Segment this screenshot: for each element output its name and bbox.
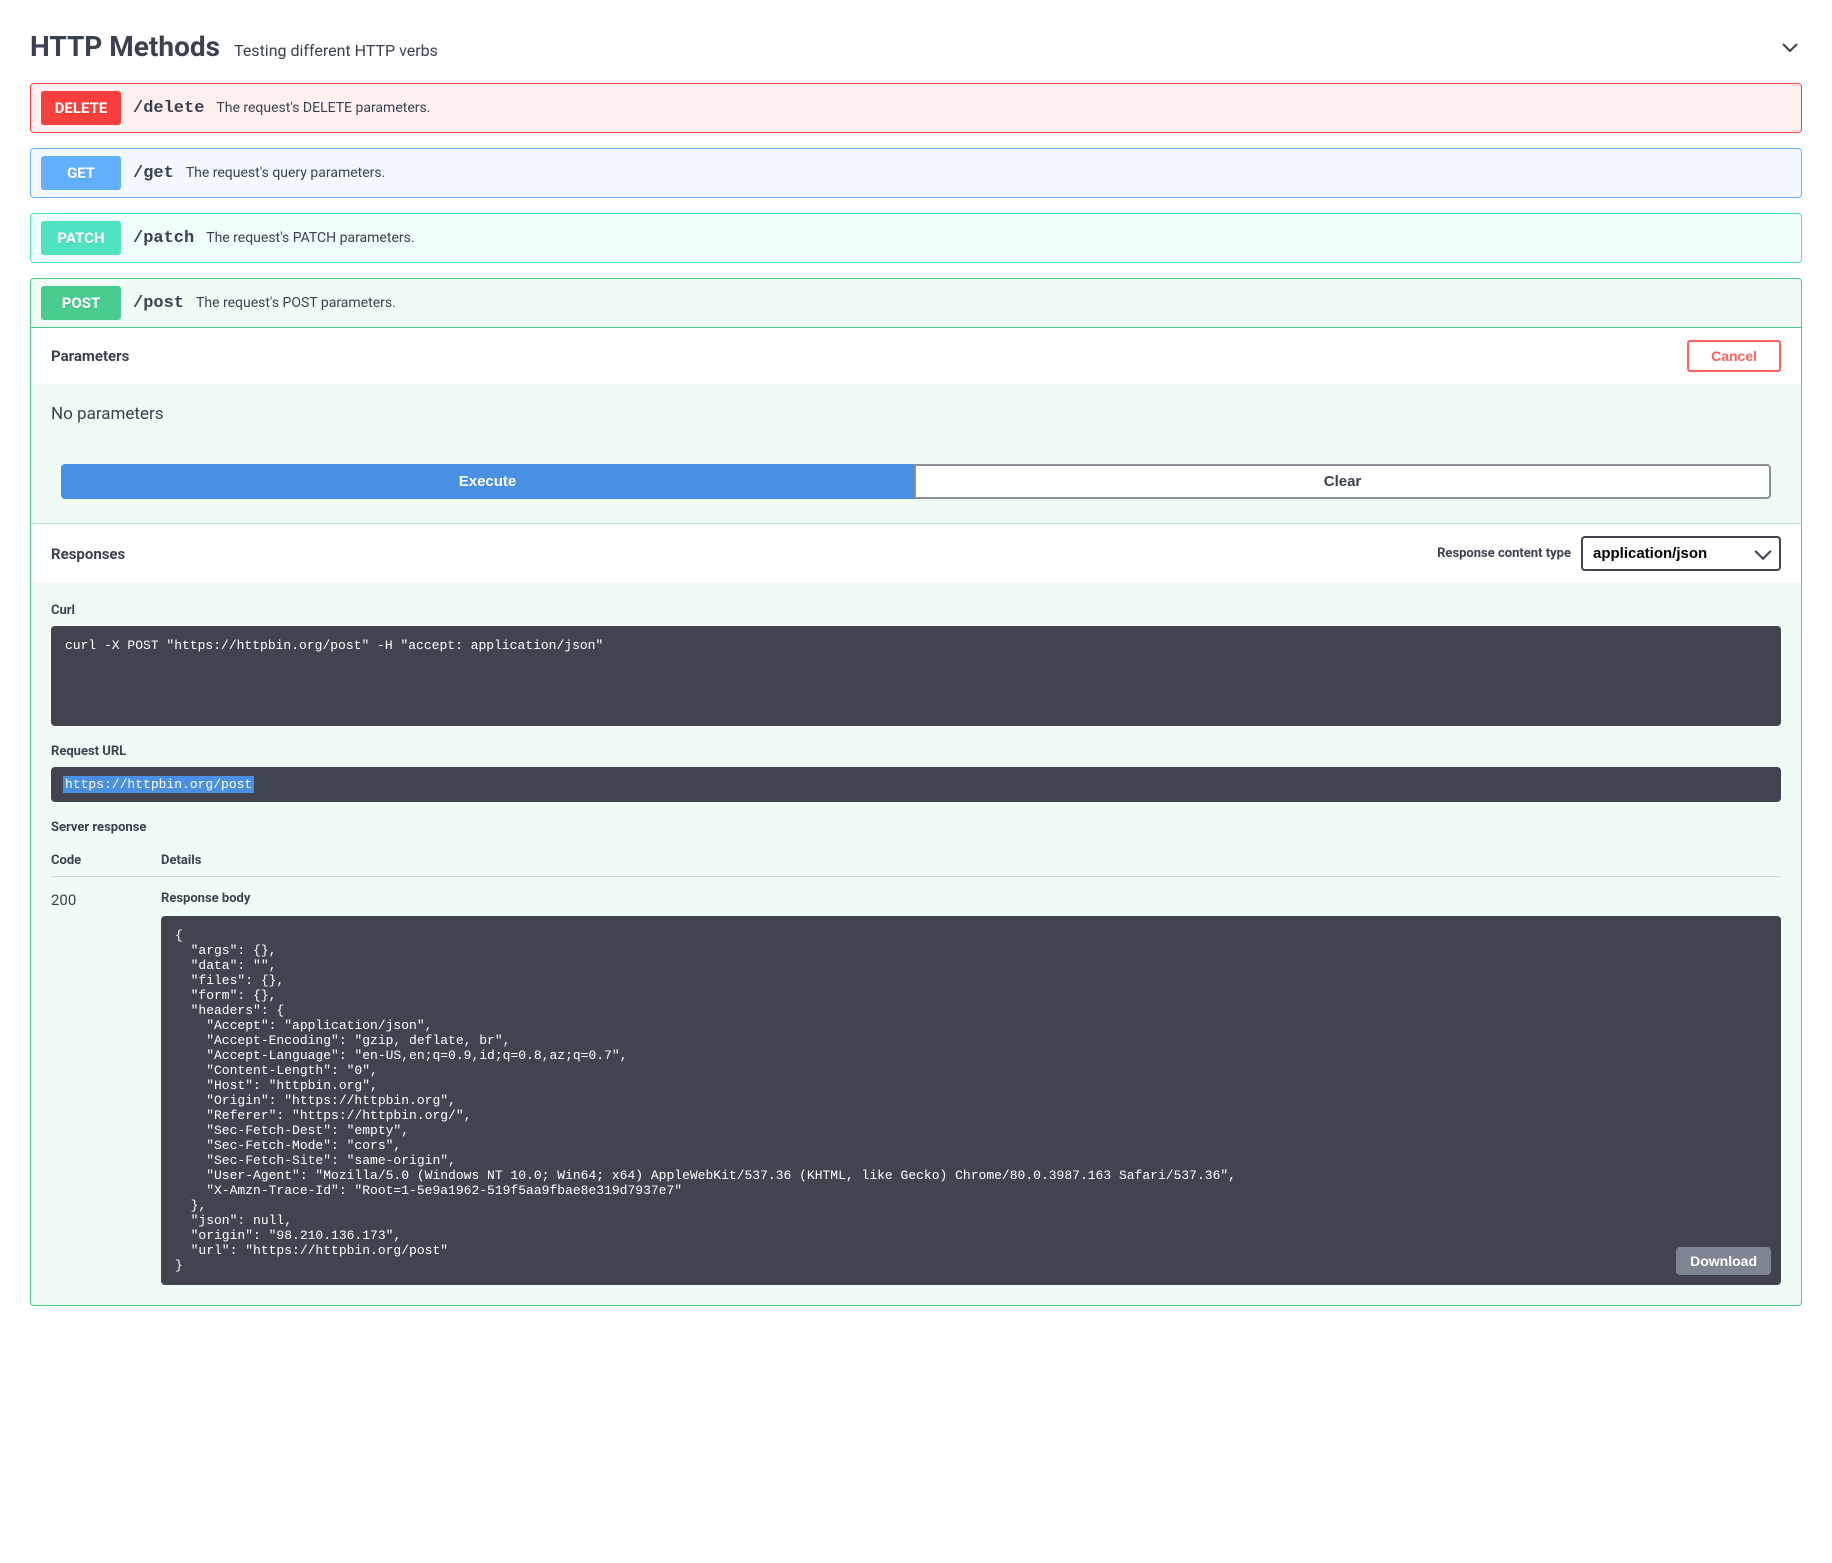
endpoint-path-get: /get: [133, 164, 174, 183]
parameters-title: Parameters: [51, 347, 129, 365]
opblock-summary-patch[interactable]: PATCH /patch The request's PATCH paramet…: [31, 214, 1801, 262]
method-badge-delete: DELETE: [41, 91, 121, 125]
endpoint-desc-patch: The request's PATCH parameters.: [206, 230, 414, 246]
execute-button[interactable]: Execute: [61, 464, 914, 499]
responses-header: Responses Response content type applicat…: [31, 523, 1801, 583]
request-url-label: Request URL: [51, 744, 1781, 759]
endpoint-desc-delete: The request's DELETE parameters.: [216, 100, 430, 116]
method-badge-patch: PATCH: [41, 221, 121, 255]
response-row: 200 Response body { "args": {}, "data": …: [51, 877, 1781, 1285]
opblock-body-post: Parameters Cancel No parameters Execute …: [31, 327, 1801, 1305]
method-badge-post: POST: [41, 286, 121, 320]
curl-command: curl -X POST "https://httpbin.org/post" …: [51, 626, 1781, 726]
request-url-block: https://httpbin.org/post: [51, 767, 1781, 802]
content-type-select[interactable]: application/json: [1581, 536, 1781, 571]
section-description: Testing different HTTP verbs: [234, 41, 438, 60]
download-button[interactable]: Download: [1676, 1247, 1771, 1275]
server-response-label: Server response: [51, 820, 1781, 835]
endpoint-desc-get: The request's query parameters.: [186, 165, 386, 181]
endpoint-path-post: /post: [133, 294, 184, 313]
code-column-header: Code: [51, 853, 161, 868]
opblock-post: POST /post The request's POST parameters…: [30, 278, 1802, 1306]
endpoint-desc-post: The request's POST parameters.: [196, 295, 396, 311]
collapse-toggle-icon[interactable]: [1778, 35, 1802, 59]
section-header[interactable]: HTTP Methods Testing different HTTP verb…: [30, 20, 1802, 83]
no-parameters-text: No parameters: [31, 384, 1801, 464]
opblock-summary-post[interactable]: POST /post The request's POST parameters…: [31, 279, 1801, 327]
response-body: { "args": {}, "data": "", "files": {}, "…: [161, 916, 1781, 1285]
content-type-wrap: Response content type application/json: [1437, 536, 1781, 571]
response-body-label: Response body: [161, 891, 1781, 906]
cancel-button[interactable]: Cancel: [1687, 340, 1781, 372]
section-title: HTTP Methods: [30, 30, 220, 63]
response-table-header: Code Details: [51, 843, 1781, 877]
opblock-get: GET /get The request's query parameters.: [30, 148, 1802, 198]
clear-button[interactable]: Clear: [914, 464, 1771, 499]
section-header-left: HTTP Methods Testing different HTTP verb…: [30, 30, 438, 63]
opblock-summary-get[interactable]: GET /get The request's query parameters.: [31, 149, 1801, 197]
execute-row: Execute Clear: [31, 464, 1801, 523]
response-body-wrap: { "args": {}, "data": "", "files": {}, "…: [161, 916, 1781, 1285]
endpoint-path-delete: /delete: [133, 99, 204, 118]
parameters-header: Parameters Cancel: [31, 328, 1801, 384]
request-url-value: https://httpbin.org/post: [63, 776, 254, 793]
opblock-patch: PATCH /patch The request's PATCH paramet…: [30, 213, 1802, 263]
response-details: Response body { "args": {}, "data": "", …: [161, 891, 1781, 1285]
response-code: 200: [51, 891, 161, 1285]
details-column-header: Details: [161, 853, 201, 868]
responses-title: Responses: [51, 545, 125, 563]
method-badge-get: GET: [41, 156, 121, 190]
opblock-summary-delete[interactable]: DELETE /delete The request's DELETE para…: [31, 84, 1801, 132]
content-type-select-wrap: application/json: [1581, 536, 1781, 571]
endpoint-path-patch: /patch: [133, 229, 194, 248]
responses-inner: Curl curl -X POST "https://httpbin.org/p…: [31, 583, 1801, 1305]
content-type-label: Response content type: [1437, 546, 1571, 561]
opblock-delete: DELETE /delete The request's DELETE para…: [30, 83, 1802, 133]
curl-label: Curl: [51, 603, 1781, 618]
